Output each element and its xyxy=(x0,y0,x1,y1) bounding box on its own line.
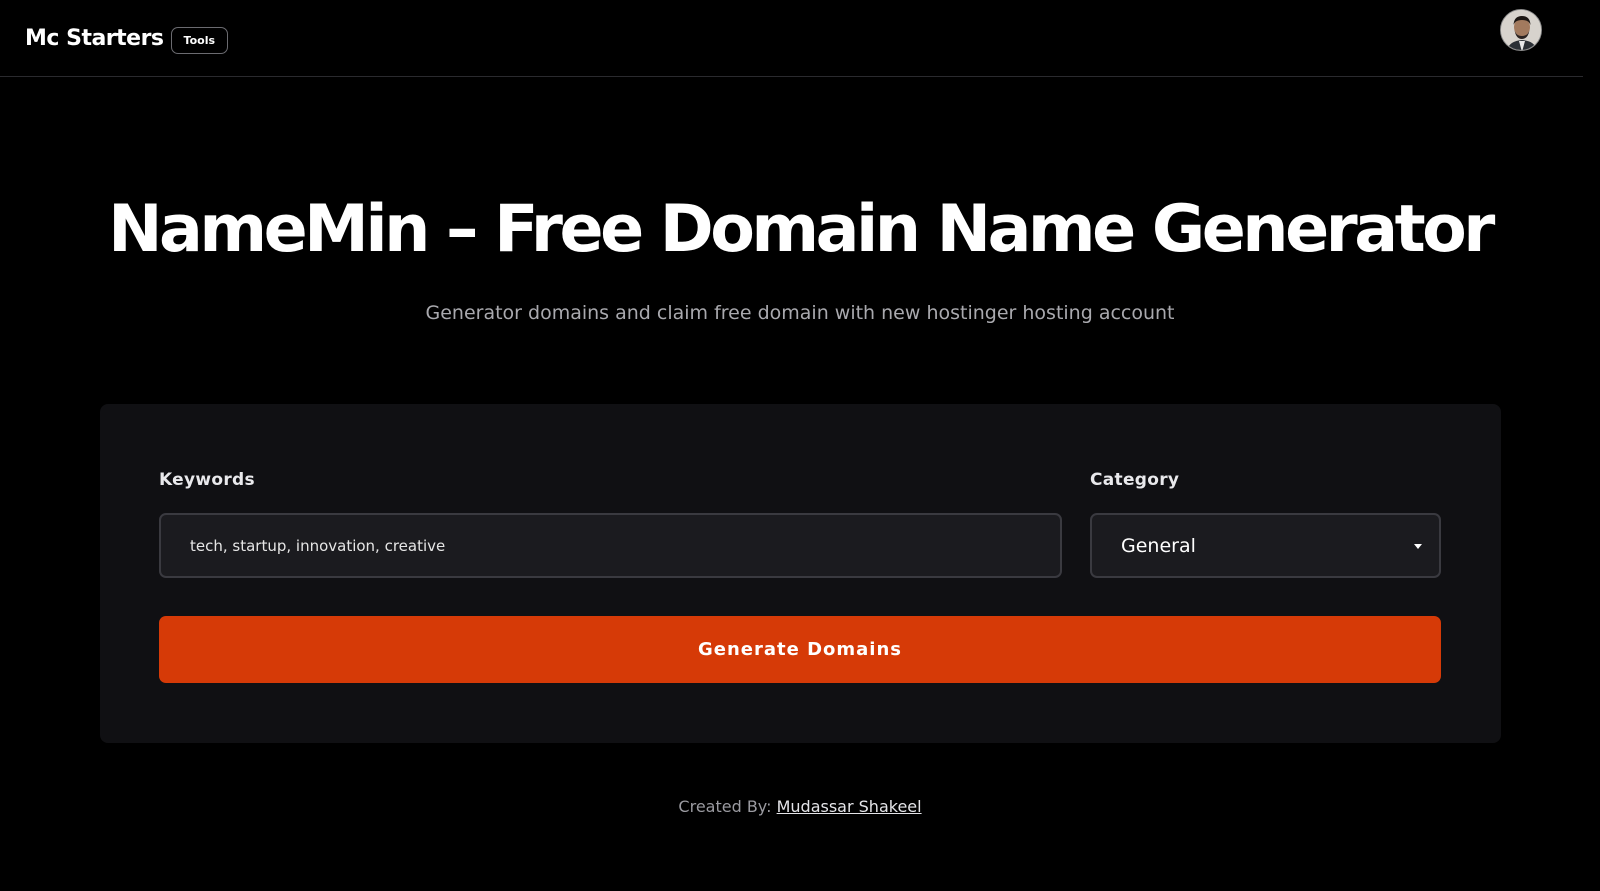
user-avatar[interactable] xyxy=(1500,9,1542,51)
generate-domains-button[interactable]: Generate Domains xyxy=(159,616,1441,683)
keywords-label: Keywords xyxy=(159,470,255,490)
category-label: Category xyxy=(1090,470,1180,490)
brand-logo[interactable]: Mc Starters xyxy=(25,26,164,51)
keywords-input[interactable] xyxy=(159,513,1062,578)
footer-credit: Created By: Mudassar Shakeel xyxy=(0,796,1600,818)
author-link[interactable]: Mudassar Shakeel xyxy=(777,797,922,816)
category-select[interactable]: General xyxy=(1090,513,1441,578)
footer-prefix: Created By: xyxy=(678,797,772,816)
avatar-image xyxy=(1501,10,1541,50)
page-title: NameMin – Free Domain Name Generator xyxy=(108,192,1495,267)
page-subtitle: Generator domains and claim free domain … xyxy=(425,302,1175,324)
top-header: Mc Starters Tools xyxy=(0,0,1583,77)
tools-badge: Tools xyxy=(170,26,229,54)
generator-card: Keywords Category General Generate Domai… xyxy=(100,404,1501,743)
category-selected-value: General xyxy=(1121,534,1196,557)
caret-down-icon xyxy=(1414,544,1422,549)
